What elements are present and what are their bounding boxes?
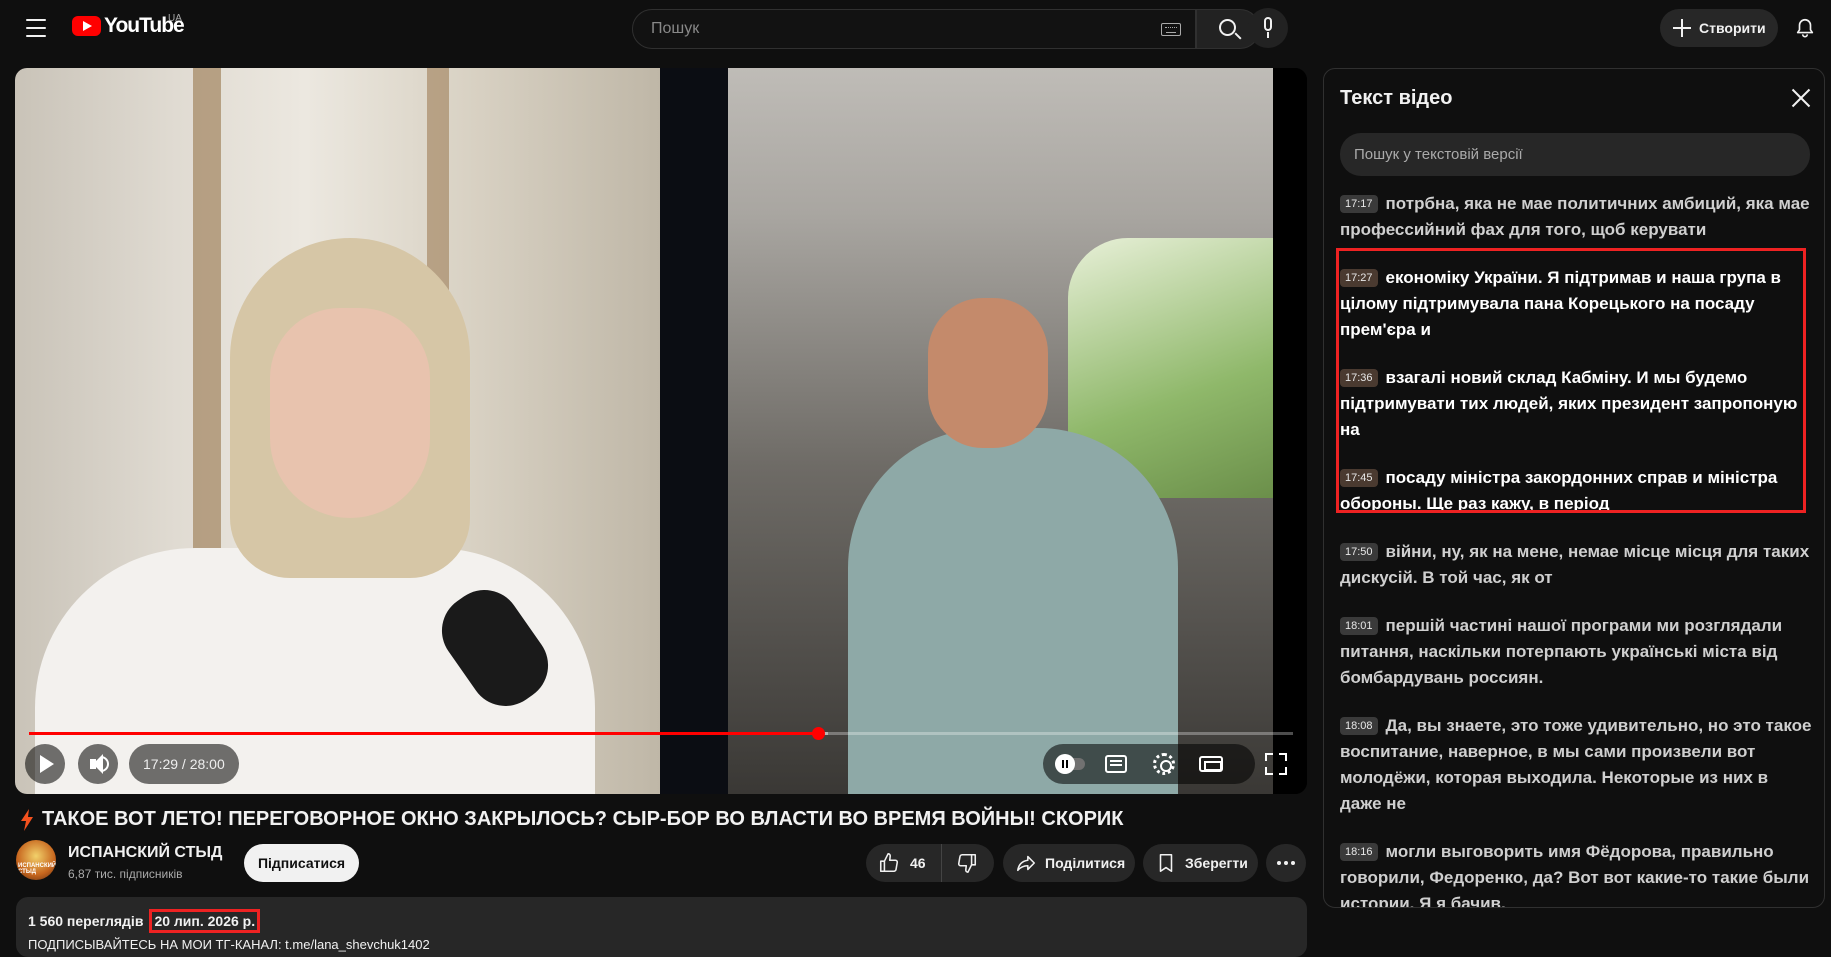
microphone-icon bbox=[1264, 17, 1272, 31]
video-title: ТАКОЕ ВОТ ЛЕТО! ПЕРЕГОВОРНОЕ ОКНО ЗАКРЫЛ… bbox=[42, 808, 1124, 830]
keyboard-icon[interactable] bbox=[1161, 23, 1181, 36]
subscriber-count: 6,87 тис. підписників bbox=[68, 867, 183, 881]
segment-timestamp: 17:17 bbox=[1340, 195, 1378, 213]
transcript-segment[interactable]: 17:36 взагалі новий склад Кабміну. И мы б… bbox=[1324, 365, 1824, 443]
transcript-segment[interactable]: 18:08 Да, вы знаете, это тоже удивительно… bbox=[1324, 713, 1824, 817]
segment-caption: Да, вы знаете, это тоже удивительно, но … bbox=[1340, 716, 1812, 813]
voice-search-button[interactable] bbox=[1248, 8, 1288, 48]
transcript-search-input[interactable] bbox=[1340, 133, 1810, 176]
description-meta: 1 560 переглядів 20 лип. 2026 р. bbox=[28, 909, 1295, 933]
settings-gear-icon[interactable] bbox=[1153, 753, 1175, 775]
segment-caption: потрбна, яка не мае политичних амбиций, … bbox=[1340, 194, 1810, 239]
transcript-segment[interactable]: 17:45 посаду міністра закордонних справ и… bbox=[1324, 465, 1824, 517]
transcript-segment[interactable]: 17:27 економіку України. Я підтримав и на… bbox=[1324, 265, 1824, 343]
segment-timestamp: 17:36 bbox=[1340, 369, 1378, 387]
thumbs-up-icon bbox=[879, 853, 899, 873]
create-label: Створити bbox=[1699, 20, 1766, 36]
create-button[interactable]: Створити bbox=[1660, 9, 1778, 47]
segment-text: 17:45 посаду міністра закордонних справ и… bbox=[1340, 465, 1812, 517]
transcript-title: Текст відео bbox=[1340, 87, 1453, 109]
autoplay-toggle-icon[interactable] bbox=[1055, 753, 1085, 775]
video-frame-left bbox=[15, 68, 660, 794]
close-icon[interactable] bbox=[1791, 88, 1811, 108]
bookmark-icon bbox=[1159, 853, 1173, 873]
save-label: Зберегти bbox=[1185, 855, 1248, 871]
notifications-bell-icon[interactable] bbox=[1794, 17, 1816, 39]
share-arrow-icon bbox=[1016, 855, 1036, 872]
subtitles-icon[interactable] bbox=[1105, 755, 1127, 773]
transcript-segment[interactable]: 17:50 війни, ну, як на мене, немае місце … bbox=[1324, 539, 1824, 591]
description-box[interactable]: 1 560 переглядів 20 лип. 2026 р. ПОДПИСЫ… bbox=[16, 897, 1307, 957]
video-player[interactable]: 17:29 / 28:00 bbox=[15, 68, 1307, 794]
search-box bbox=[632, 9, 1196, 49]
hamburger-menu-icon[interactable] bbox=[20, 16, 52, 40]
more-dots-icon bbox=[1277, 861, 1295, 865]
like-dislike-group: 46 bbox=[866, 844, 994, 882]
segment-text: 17:17 потрбна, яка не мае политичних амби… bbox=[1340, 191, 1812, 243]
segment-text: 17:27 економіку України. Я підтримав и на… bbox=[1340, 265, 1812, 343]
segment-timestamp: 18:01 bbox=[1340, 617, 1378, 635]
lightning-bolt-icon bbox=[21, 808, 33, 831]
video-frame-right bbox=[728, 68, 1273, 794]
channel-name[interactable]: ИСПАНСКИЙ СТЫД bbox=[68, 844, 222, 862]
channel-avatar[interactable]: ИСПАНСКИЙ СТЫД bbox=[16, 840, 56, 880]
play-button[interactable] bbox=[25, 744, 65, 784]
transcript-segment-list: 17:17 потрбна, яка не мае политичних амби… bbox=[1324, 191, 1824, 908]
progress-bar[interactable] bbox=[29, 727, 1293, 740]
share-button[interactable]: Поділитися bbox=[1003, 844, 1135, 882]
segment-caption: могли выговорить имя Фёдорова, правильно… bbox=[1340, 842, 1810, 908]
share-label: Поділитися bbox=[1045, 855, 1126, 871]
play-icon bbox=[40, 755, 54, 773]
like-button[interactable]: 46 bbox=[866, 844, 942, 882]
segment-caption: війни, ну, як на мене, немае місце місця… bbox=[1340, 542, 1810, 587]
segment-timestamp: 18:08 bbox=[1340, 717, 1378, 735]
theater-mode-icon[interactable] bbox=[1199, 756, 1223, 772]
segment-text: 17:50 війни, ну, як на мене, немае місце … bbox=[1340, 539, 1812, 591]
view-count: 1 560 переглядів bbox=[28, 913, 144, 929]
transcript-segment[interactable]: 17:17 потрбна, яка не мае политичних амби… bbox=[1324, 191, 1824, 243]
youtube-play-icon bbox=[72, 16, 101, 36]
segment-text: 18:08 Да, вы знаете, это тоже удивительно… bbox=[1340, 713, 1812, 817]
segment-text: 18:16 могли выговорить имя Фёдорова, прав… bbox=[1340, 839, 1812, 908]
transcript-panel: Текст відео 17:17потрбна, яка не мае пол… bbox=[1323, 68, 1825, 908]
segment-caption: взагалі новий склад Кабміну. И мы будемо… bbox=[1340, 368, 1798, 439]
right-controls bbox=[1043, 744, 1255, 784]
video-title-row: ТАКОЕ ВОТ ЛЕТО! ПЕРЕГОВОРНОЕ ОКНО ЗАКРЫЛ… bbox=[20, 808, 1124, 831]
segment-caption: посаду міністра закордонних справ и міні… bbox=[1340, 468, 1778, 513]
youtube-logo[interactable]: YouTube bbox=[72, 14, 185, 38]
search-input[interactable] bbox=[651, 20, 1121, 38]
transcript-segment[interactable]: 18:16 могли выговорить имя Фёдорова, прав… bbox=[1324, 839, 1824, 908]
upload-date: 20 лип. 2026 р. bbox=[149, 909, 261, 933]
segment-timestamp: 17:50 bbox=[1340, 543, 1378, 561]
save-button[interactable]: Зберегти bbox=[1143, 844, 1258, 882]
segment-text: 17:36 взагалі новий склад Кабміну. И мы б… bbox=[1340, 365, 1812, 443]
country-code: UA bbox=[168, 13, 182, 24]
more-actions-button[interactable] bbox=[1266, 844, 1306, 882]
segment-timestamp: 17:45 bbox=[1340, 469, 1378, 487]
segment-caption: економіку України. Я підтримав и наша гр… bbox=[1340, 268, 1781, 339]
played-bar bbox=[29, 732, 819, 735]
subscribe-button[interactable]: Підписатися bbox=[244, 844, 359, 882]
segment-timestamp: 17:27 bbox=[1340, 269, 1378, 287]
segment-text: 18:01 першій частині нашої програми ми ро… bbox=[1340, 613, 1812, 691]
thumbs-down-icon bbox=[957, 853, 977, 873]
fullscreen-icon[interactable] bbox=[1265, 753, 1287, 775]
avatar-text: ИСПАНСКИЙ СТЫД bbox=[18, 863, 56, 875]
segment-caption: першій частині нашої програми ми розгляд… bbox=[1340, 616, 1783, 687]
segment-timestamp: 18:16 bbox=[1340, 843, 1378, 861]
like-count: 46 bbox=[910, 855, 926, 871]
plus-icon bbox=[1673, 19, 1691, 37]
time-display: 17:29 / 28:00 bbox=[129, 744, 239, 784]
mute-button[interactable] bbox=[78, 744, 118, 784]
top-bar: YouTube UA Створити bbox=[0, 0, 1831, 56]
dislike-button[interactable] bbox=[942, 844, 994, 882]
transcript-segment[interactable]: 18:01 першій частині нашої програми ми ро… bbox=[1324, 613, 1824, 691]
